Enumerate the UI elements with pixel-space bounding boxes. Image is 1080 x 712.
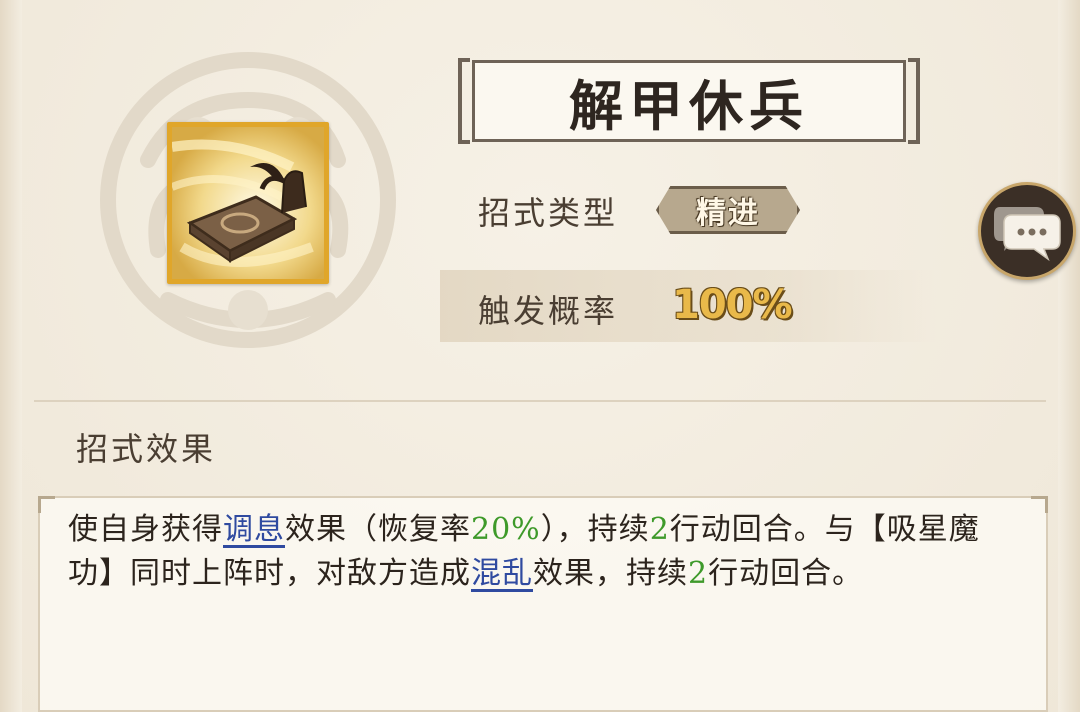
effect-number: 2	[649, 512, 670, 547]
effect-text: 使自身获得	[68, 512, 223, 547]
effect-keyword-link[interactable]: 混乱	[471, 556, 533, 591]
panel-right-edge	[1058, 0, 1080, 712]
title-box: 解甲休兵	[472, 60, 906, 142]
corner-ornament	[1031, 496, 1048, 513]
skill-name: 解甲休兵	[569, 73, 809, 138]
section-divider	[34, 400, 1046, 402]
title-left-bracket	[458, 58, 470, 144]
effect-text: ），持续	[540, 512, 650, 547]
effect-text: 效果（恢复率	[285, 512, 471, 547]
trigger-rate-value: 100%	[672, 282, 793, 328]
skill-title-frame: 解甲休兵	[458, 58, 920, 144]
effect-number: 2	[688, 556, 709, 591]
effect-heading: 招式效果	[76, 430, 217, 468]
skill-type-badge: 精进	[656, 186, 800, 234]
effect-text: 效果，持续	[533, 556, 688, 591]
armor-bundle-icon	[172, 127, 324, 279]
effect-description-box: 使自身获得调息效果（恢复率20%），持续2行动回合。与【吸星魔功】同时上阵时，对…	[38, 496, 1048, 712]
skill-icon-frame[interactable]	[167, 122, 329, 284]
skill-detail-panel: 解甲休兵 招式类型 精进 触发概率 100% 招式效果 使自身获得调息效果（恢复…	[0, 0, 1080, 712]
effect-text: 行动回合。	[708, 556, 864, 591]
trigger-rate-label: 触发概率	[478, 292, 619, 330]
skill-type-label: 招式类型	[478, 194, 619, 232]
effect-description: 使自身获得调息效果（恢复率20%），持续2行动回合。与【吸星魔功】同时上阵时，对…	[68, 508, 1026, 596]
effect-keyword-link[interactable]: 调息	[223, 512, 285, 547]
skill-type-value: 精进	[696, 196, 760, 231]
chat-button[interactable]	[978, 182, 1076, 280]
chat-bubble-icon	[994, 207, 1061, 262]
corner-ornament	[38, 496, 55, 513]
effect-number: 20%	[471, 512, 541, 547]
panel-left-edge	[0, 0, 22, 712]
title-right-bracket	[908, 58, 920, 144]
